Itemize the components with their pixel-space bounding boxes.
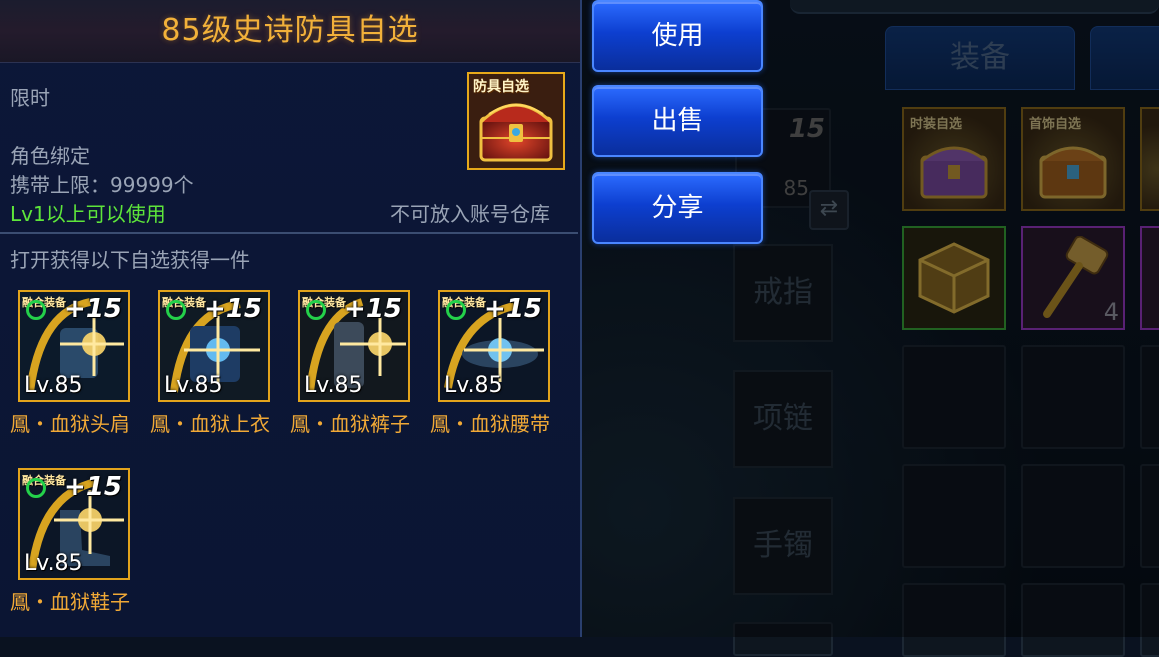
reward-item-pants[interactable]: 融合装备 +15 Lv.85 (298, 290, 410, 402)
reward-item-shoes[interactable]: 融合装备 +15 Lv.85 (18, 468, 130, 580)
reward-item-head-shoulder[interactable]: 融合装备 +15 Lv.85 (18, 290, 130, 402)
item-enhance-level: +15 (64, 294, 122, 324)
storage-note-label: 不可放入账号仓库 (390, 202, 550, 226)
item-tooltip-panel: 85级史诗防具自选 限时 角色绑定 携带上限：99999个 Lv1以上可以使用 … (0, 0, 582, 637)
armor-select-box-icon: 防具自选 (467, 72, 565, 170)
item-enhance-level: +15 (64, 472, 122, 502)
item-level: Lv.85 (444, 373, 503, 398)
fusion-ring-icon (26, 478, 46, 498)
item-level: Lv.85 (24, 551, 83, 576)
share-button-label: 分享 (651, 193, 704, 223)
sell-button[interactable]: 出售 (592, 85, 763, 157)
reward-item-name: 鳳・血狱鞋子 (10, 590, 130, 614)
rewards-heading: 打开获得以下自选获得一件 (10, 248, 250, 272)
usable-level-label: Lv1以上可以使用 (10, 202, 166, 226)
item-enhance-level: +15 (344, 294, 402, 324)
item-level: Lv.85 (304, 373, 363, 398)
carry-limit-label: 携带上限：99999个 (10, 173, 194, 197)
share-button[interactable]: 分享 (592, 172, 763, 244)
reward-item-name: 鳳・血狱裤子 (290, 412, 410, 436)
item-level: Lv.85 (164, 373, 223, 398)
reward-item-name: 鳳・血狱头肩 (10, 412, 130, 436)
item-enhance-level: +15 (484, 294, 542, 324)
use-button-label: 使用 (651, 21, 704, 51)
fusion-ring-icon (26, 300, 46, 320)
use-button[interactable]: 使用 (592, 0, 763, 72)
section-divider (0, 232, 578, 234)
fusion-ring-icon (166, 300, 186, 320)
fusion-ring-icon (306, 300, 326, 320)
item-level: Lv.85 (24, 373, 83, 398)
reward-item-belt[interactable]: 融合装备 +15 Lv.85 (438, 290, 550, 402)
limited-time-label: 限时 (10, 86, 50, 110)
reward-item-name: 鳳・血狱上衣 (150, 412, 270, 436)
bind-type-label: 角色绑定 (10, 144, 90, 168)
item-title: 85级史诗防具自选 (161, 13, 419, 48)
armor-select-box-label: 防具自选 (473, 79, 529, 95)
fusion-ring-icon (446, 300, 466, 320)
tooltip-title-bar: 85级史诗防具自选 (0, 0, 580, 63)
item-enhance-level: +15 (204, 294, 262, 324)
sell-button-label: 出售 (651, 106, 704, 136)
reward-item-name: 鳳・血狱腰带 (430, 412, 550, 436)
reward-item-top[interactable]: 融合装备 +15 Lv.85 (158, 290, 270, 402)
